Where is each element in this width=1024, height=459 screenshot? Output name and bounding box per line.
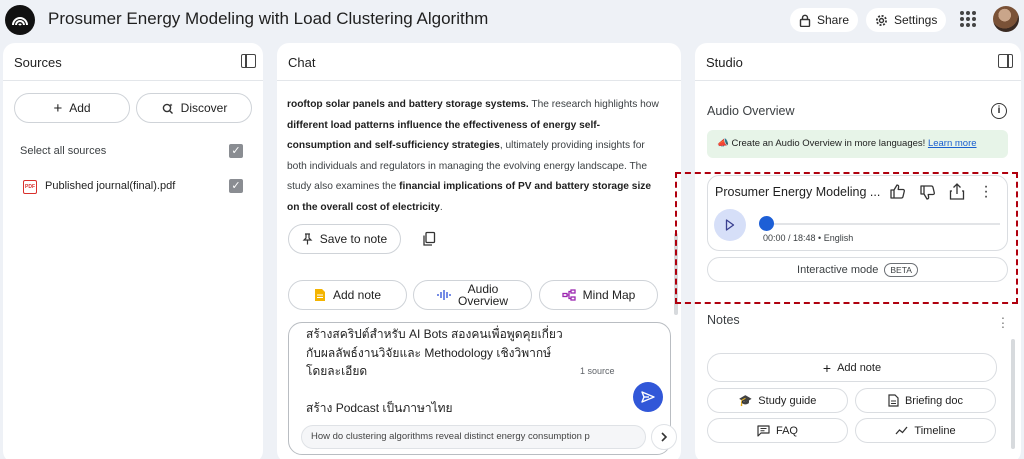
discover-button[interactable]: Discover <box>136 93 252 123</box>
briefing-doc-label: Briefing doc <box>904 394 964 407</box>
pin-icon <box>302 233 313 245</box>
divider <box>695 80 1021 81</box>
note-icon <box>314 289 325 301</box>
audio-label-line2: Overview <box>457 294 508 308</box>
timeline-icon <box>895 426 908 434</box>
chat-panel: Chat rooftop solar panels and battery st… <box>277 43 681 459</box>
source-name: Published journal(final).pdf <box>45 180 176 192</box>
select-all-label: Select all sources <box>20 145 107 157</box>
plus-icon: + <box>822 359 832 376</box>
waveform-icon <box>437 290 451 300</box>
send-button[interactable] <box>633 382 663 412</box>
learn-more-link[interactable]: Learn more <box>928 138 977 149</box>
divider <box>277 80 681 81</box>
add-source-button[interactable]: + Add <box>14 93 130 123</box>
notebook-title[interactable]: Prosumer Energy Modeling with Load Clust… <box>48 9 488 29</box>
mind-map-icon <box>562 289 576 301</box>
avatar[interactable] <box>993 6 1019 32</box>
send-icon <box>641 391 655 403</box>
save-to-note-button[interactable]: Save to note <box>288 224 401 254</box>
briefing-doc-icon <box>888 394 899 407</box>
chat-response: rooftop solar panels and battery storage… <box>287 95 659 218</box>
chevron-right-icon <box>661 432 668 442</box>
apps-grid-icon[interactable] <box>960 11 976 27</box>
mind-map-button[interactable]: Mind Map <box>539 280 658 310</box>
megaphone-icon: 📣 <box>717 138 729 149</box>
study-guide-button[interactable]: 🎓 Study guide <box>707 388 848 413</box>
plus-icon: + <box>53 99 63 117</box>
info-icon[interactable]: i <box>991 103 1007 119</box>
response-bold-1: rooftop solar panels and battery storage… <box>287 99 529 110</box>
next-suggestion-button[interactable] <box>651 424 677 450</box>
timeline-button[interactable]: Timeline <box>855 418 996 443</box>
share-label: Share <box>817 13 850 27</box>
source-count: 1 source <box>580 366 615 376</box>
source-checkbox[interactable]: ✓ <box>229 179 243 193</box>
suggested-question[interactable]: How do clustering algorithms reveal dist… <box>301 425 646 449</box>
sources-panel: Sources + Add Discover Select all source… <box>3 43 263 459</box>
share-button[interactable]: Share <box>790 8 859 32</box>
discover-label: Discover <box>180 101 228 115</box>
response-text-3: . <box>439 201 443 213</box>
add-source-label: Add <box>69 101 91 115</box>
divider <box>3 80 263 81</box>
add-note-button[interactable]: Add note <box>288 280 407 310</box>
app-logo-icon[interactable] <box>5 5 35 35</box>
chat-input-value[interactable]: สร้างสคริปต์สำหรับ AI Bots สองคนเพื่อพูด… <box>306 325 563 418</box>
save-to-note-label: Save to note <box>319 232 388 246</box>
studio-title: Studio <box>706 55 743 70</box>
source-item[interactable]: PDF Published journal(final).pdf ✓ <box>20 178 250 198</box>
gear-icon <box>876 14 887 26</box>
settings-label: Settings <box>894 13 938 27</box>
audio-overview-label: Audio Overview <box>458 283 508 307</box>
notes-heading: Notes <box>707 313 740 327</box>
audio-overview-heading: Audio Overview <box>707 104 795 118</box>
top-bar: Prosumer Energy Modeling with Load Clust… <box>0 0 1024 40</box>
chat-title: Chat <box>288 55 316 70</box>
copy-icon[interactable] <box>421 231 437 247</box>
studio-add-note-button[interactable]: + Add note <box>707 353 997 382</box>
highlight-annotation-box <box>675 172 1018 304</box>
response-text-1: The research highlights how <box>528 99 659 110</box>
select-all-checkbox[interactable]: ✓ <box>229 144 243 158</box>
add-note-label: Add note <box>332 288 382 302</box>
timeline-label: Timeline <box>914 424 956 437</box>
pdf-icon: PDF <box>23 180 37 194</box>
studio-scrollbar[interactable] <box>1011 339 1015 449</box>
languages-banner: 📣 Create an Audio Overview in more langu… <box>707 130 1008 158</box>
collapse-panel-icon[interactable] <box>241 54 256 68</box>
lock-icon <box>799 14 811 27</box>
notes-more-icon[interactable]: · · · <box>1000 310 1006 333</box>
audio-overview-button[interactable]: Audio Overview <box>413 280 532 310</box>
collapse-panel-icon[interactable] <box>998 54 1013 68</box>
banner-text: Create an Audio Overview in more languag… <box>731 138 928 149</box>
settings-button[interactable]: Settings <box>866 8 947 32</box>
faq-label: FAQ <box>775 424 798 437</box>
studio-add-note-label: Add note <box>837 361 882 374</box>
briefing-doc-button[interactable]: Briefing doc <box>855 388 996 413</box>
chat-input-box[interactable]: สร้างสคริปต์สำหรับ AI Bots สองคนเพื่อพูด… <box>288 322 677 455</box>
faq-button[interactable]: FAQ <box>707 418 848 443</box>
graduation-cap-icon: 🎓 <box>738 395 753 407</box>
mind-map-label: Mind Map <box>582 288 636 302</box>
sources-title: Sources <box>14 55 62 70</box>
discover-search-icon <box>162 103 173 114</box>
faq-icon <box>757 424 770 437</box>
study-guide-label: Study guide <box>758 394 817 407</box>
